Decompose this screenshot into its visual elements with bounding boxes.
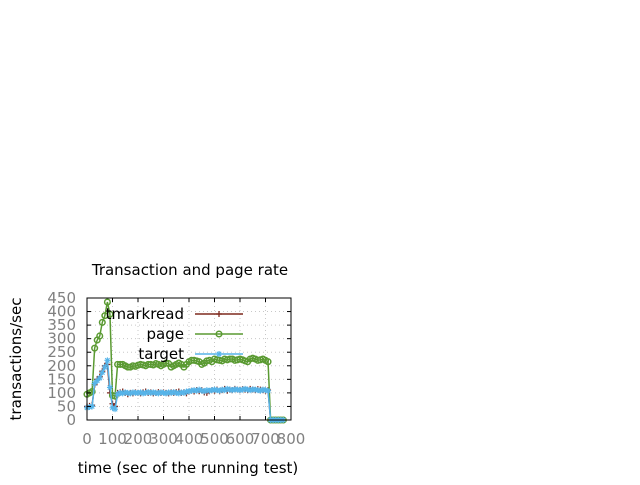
chart-title: Transaction and page rate <box>91 261 288 279</box>
legend-label: tmarkread <box>106 305 184 323</box>
x-axis-title: time (sec of the running test) <box>78 459 299 477</box>
data-point <box>96 374 103 381</box>
chart-svg: Transaction and page rate 05010015020025… <box>7 261 306 477</box>
x-tick-label: 700 <box>251 430 280 448</box>
data-point <box>99 369 106 376</box>
y-axis-title: transactions/sec <box>7 298 25 421</box>
x-tick-label: 400 <box>175 430 204 448</box>
legend-label: page <box>147 325 184 343</box>
x-tick-label: 300 <box>149 430 178 448</box>
data-point <box>112 406 119 413</box>
legend-label: target <box>138 345 184 363</box>
data-point <box>106 384 113 391</box>
legend-marker <box>216 351 222 357</box>
x-tick-label: 0 <box>82 430 92 448</box>
chart: Transaction and page rate 0 50 100 150 200 25… <box>0 0 640 480</box>
x-tick-label: 800 <box>277 430 306 448</box>
x-tick-label: 200 <box>124 430 153 448</box>
x-tick-label: 500 <box>200 430 229 448</box>
legend: tmarkread page target <box>106 305 243 363</box>
data-point <box>101 364 108 371</box>
data-point <box>104 357 111 364</box>
y-tick-label: 450 <box>47 289 76 307</box>
x-tick-label: 100 <box>98 430 127 448</box>
x-tick-label: 600 <box>226 430 255 448</box>
data-point <box>265 387 272 394</box>
legend-marker <box>216 311 222 317</box>
